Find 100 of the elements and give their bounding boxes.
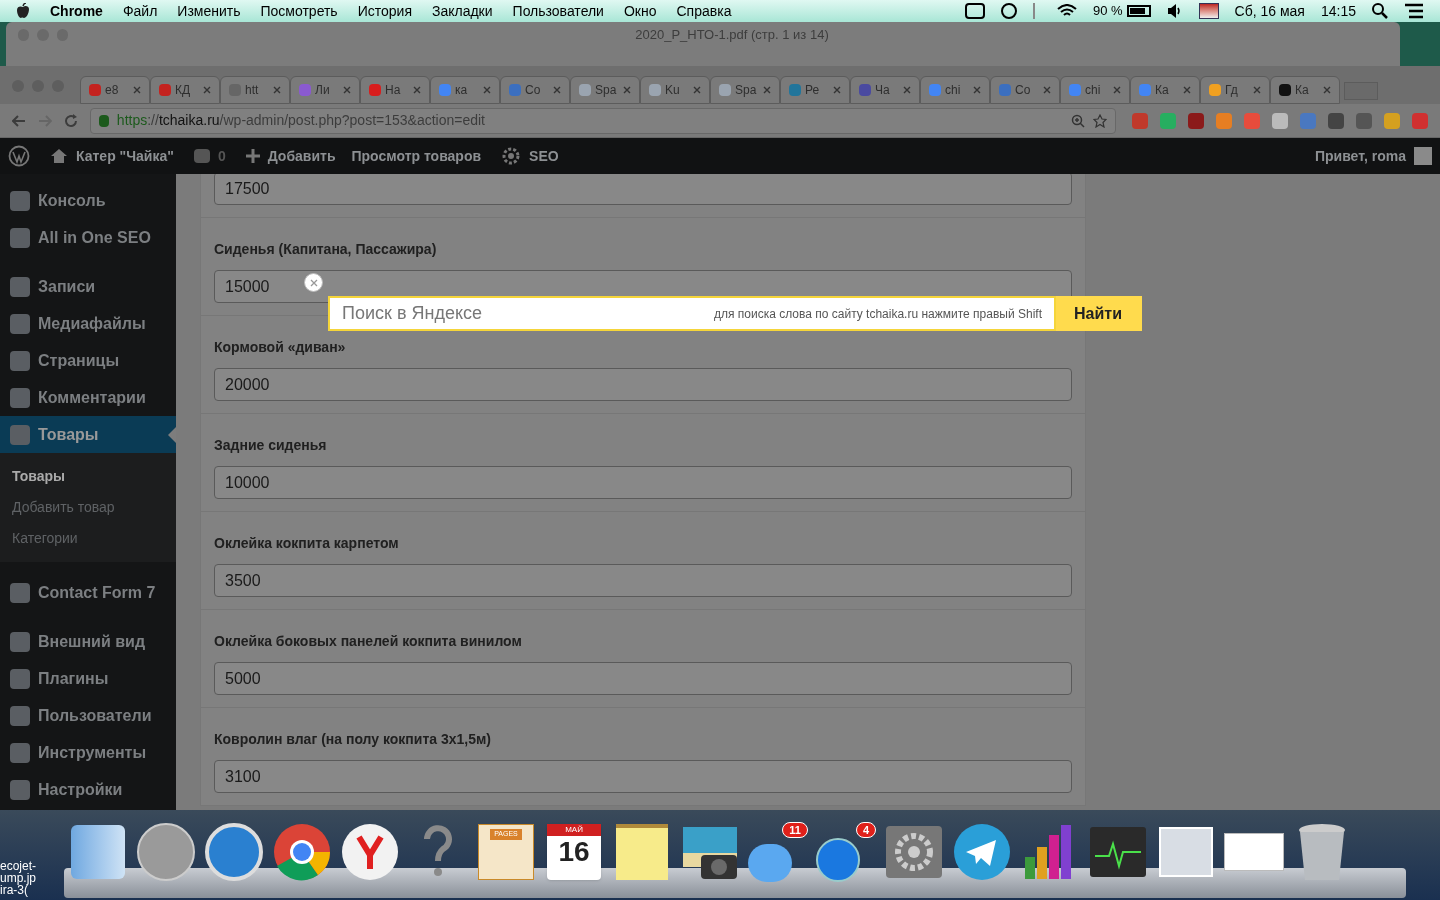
- zoom-icon[interactable]: [1071, 113, 1085, 128]
- desktop-file-label[interactable]: ecojet-: [0, 860, 64, 872]
- close-tab-icon[interactable]: [903, 86, 911, 94]
- browser-tab[interactable]: Spa: [570, 76, 640, 104]
- menu-item[interactable]: Справка: [676, 0, 732, 22]
- chrome-icon[interactable]: [273, 823, 331, 881]
- close-tab-icon[interactable]: [483, 86, 491, 94]
- plus-icon[interactable]: [245, 149, 260, 163]
- browser-tab[interactable]: Ре: [780, 76, 850, 104]
- close-tab-icon[interactable]: [763, 86, 771, 94]
- wifi-icon[interactable]: [1056, 4, 1077, 18]
- question-icon[interactable]: [423, 825, 453, 879]
- yandex-search-field[interactable]: Поиск в Яндексе для поиска слова по сайту tchaika.ru нажмите правый Shift: [328, 296, 1056, 331]
- view-products-link[interactable]: Просмотр товаров: [351, 145, 482, 167]
- close-tab-icon[interactable]: [1043, 86, 1051, 94]
- close-tab-icon[interactable]: [973, 86, 981, 94]
- app-menu[interactable]: Chrome: [50, 0, 103, 22]
- close-tab-icon[interactable]: [133, 86, 141, 94]
- text-field[interactable]: 5000: [214, 662, 1072, 695]
- extension-icon[interactable]: [1188, 112, 1204, 129]
- browser-tab[interactable]: Co: [500, 76, 570, 104]
- sidebar-item[interactable]: Страницы: [0, 342, 176, 379]
- calendar-icon[interactable]: МАЙ 16: [547, 824, 601, 880]
- browser-tab[interactable]: Гд: [1200, 76, 1270, 104]
- list-icon[interactable]: [1404, 3, 1424, 19]
- gear-icon[interactable]: [501, 146, 522, 166]
- greeting-text[interactable]: Привет, roma: [1314, 145, 1406, 167]
- browser-tab[interactable]: chi: [1060, 76, 1130, 104]
- trash-icon[interactable]: [1297, 822, 1347, 882]
- apple-icon[interactable]: [16, 3, 30, 19]
- text-field[interactable]: 20000: [214, 368, 1072, 401]
- wordpress-icon[interactable]: [8, 145, 30, 167]
- sidebar-item[interactable]: Товары: [0, 416, 176, 453]
- menu-bar-date[interactable]: Сб, 16 мая: [1234, 0, 1305, 22]
- back-icon[interactable]: [12, 114, 26, 127]
- sidebar-item[interactable]: Contact Form 7: [0, 574, 176, 611]
- comment-count[interactable]: 0: [217, 145, 226, 167]
- desktop-file-label[interactable]: ira-3(: [0, 884, 64, 896]
- close-tab-icon[interactable]: [1323, 86, 1331, 94]
- desktop-file-label[interactable]: ump.jp: [0, 872, 64, 884]
- gear-icon[interactable]: [885, 825, 943, 879]
- browser-tab[interactable]: На: [360, 76, 430, 104]
- browser-tab[interactable]: Ли: [290, 76, 360, 104]
- address-bar[interactable]: https://tchaika.ru/wp-admin/post.php?post=153&action=edit: [89, 107, 1116, 134]
- browser-tab[interactable]: chi: [920, 76, 990, 104]
- close-tab-icon[interactable]: [203, 86, 211, 94]
- browser-tab[interactable]: Co: [990, 76, 1060, 104]
- sidebar-item[interactable]: Комментарии: [0, 379, 176, 416]
- browser-tab[interactable]: Ка: [1270, 76, 1340, 104]
- menu-item[interactable]: Изменить: [177, 0, 241, 22]
- seo-link[interactable]: SEO: [529, 145, 559, 167]
- close-tab-icon[interactable]: [693, 86, 701, 94]
- menu-item[interactable]: История: [357, 0, 412, 22]
- menu-item[interactable]: Пользователи: [512, 0, 604, 22]
- battery-icon[interactable]: [1126, 5, 1151, 17]
- star-icon[interactable]: [1093, 113, 1107, 128]
- close-tab-icon[interactable]: [1113, 86, 1121, 94]
- sidebar-item[interactable]: Консоль: [0, 182, 176, 219]
- browser-tab[interactable]: КД: [150, 76, 220, 104]
- search-icon[interactable]: [1372, 3, 1388, 19]
- home-icon[interactable]: [50, 148, 68, 164]
- submenu-item[interactable]: Категории: [0, 523, 176, 554]
- activity-monitor-icon[interactable]: [1089, 826, 1147, 878]
- text-field[interactable]: 17500: [214, 174, 1072, 205]
- browser-tab[interactable]: Ча: [850, 76, 920, 104]
- browser-tab[interactable]: Ku: [640, 76, 710, 104]
- reload-icon[interactable]: [63, 113, 78, 128]
- close-tab-icon[interactable]: [343, 86, 351, 94]
- close-tab-icon[interactable]: [553, 86, 561, 94]
- extension-icon[interactable]: [1384, 112, 1400, 129]
- browser-tab[interactable]: Spa: [710, 76, 780, 104]
- sidebar-item[interactable]: Настройки: [0, 771, 176, 808]
- notes-icon[interactable]: [616, 824, 668, 880]
- yandex-icon[interactable]: [341, 823, 399, 881]
- close-tab-icon[interactable]: [273, 86, 281, 94]
- submenu-item[interactable]: Добавить товар: [0, 492, 176, 523]
- browser-tab[interactable]: htt: [220, 76, 290, 104]
- menu-item[interactable]: Закладки: [431, 0, 493, 22]
- close-tab-icon[interactable]: [1183, 86, 1191, 94]
- sidebar-item[interactable]: Инструменты: [0, 734, 176, 771]
- sidebar-item[interactable]: Записи: [0, 268, 176, 305]
- text-field[interactable]: 3100: [214, 760, 1072, 793]
- close-tab-icon[interactable]: [623, 86, 631, 94]
- browser-tab[interactable]: ка: [430, 76, 500, 104]
- sidebar-item[interactable]: Пользователи: [0, 697, 176, 734]
- browser-tab[interactable]: Ка: [1130, 76, 1200, 104]
- sidebar-item[interactable]: All in One SEO: [0, 219, 176, 256]
- menu-item[interactable]: Файл: [122, 0, 158, 22]
- close-tab-icon[interactable]: [1253, 86, 1261, 94]
- site-link[interactable]: Катер "Чайка": [76, 145, 174, 167]
- telegram-icon[interactable]: [953, 823, 1011, 881]
- submenu-item[interactable]: Товары: [0, 461, 176, 492]
- sidebar-item[interactable]: Плагины: [0, 660, 176, 697]
- menu-bar-time[interactable]: 14:15: [1320, 0, 1356, 22]
- sidebar-item[interactable]: Внешний вид: [0, 623, 176, 660]
- add-new-link[interactable]: Добавить: [267, 145, 336, 167]
- extension-icon[interactable]: [1356, 112, 1372, 129]
- browser-tab[interactable]: e8: [80, 76, 150, 104]
- volume-icon[interactable]: [1166, 4, 1183, 18]
- menu-item[interactable]: Посмотреть: [260, 0, 338, 22]
